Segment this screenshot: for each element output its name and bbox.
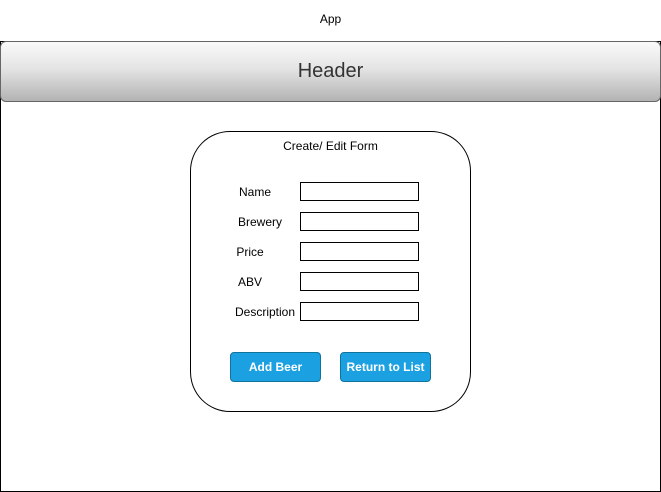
app-title: App [319, 12, 342, 26]
price-input[interactable] [300, 242, 419, 261]
name-input[interactable] [300, 182, 419, 201]
brewery-label: Brewery [237, 215, 282, 229]
brewery-input[interactable] [300, 212, 419, 231]
abv-label: ABV [237, 275, 262, 289]
header-title: Header [297, 60, 364, 82]
description-label: Description [234, 305, 296, 319]
name-label: Name [238, 185, 271, 199]
description-input[interactable] [300, 302, 419, 321]
form-title: Create/ Edit Form [283, 139, 378, 153]
add-beer-button[interactable]: Add Beer [230, 352, 321, 382]
header-bar: Header [0, 41, 661, 102]
create-edit-form: Create/ Edit Form Name Brewery Price ABV… [190, 131, 471, 412]
return-to-list-button[interactable]: Return to List [340, 352, 431, 382]
price-label: Price [236, 245, 264, 259]
abv-input[interactable] [300, 272, 419, 291]
